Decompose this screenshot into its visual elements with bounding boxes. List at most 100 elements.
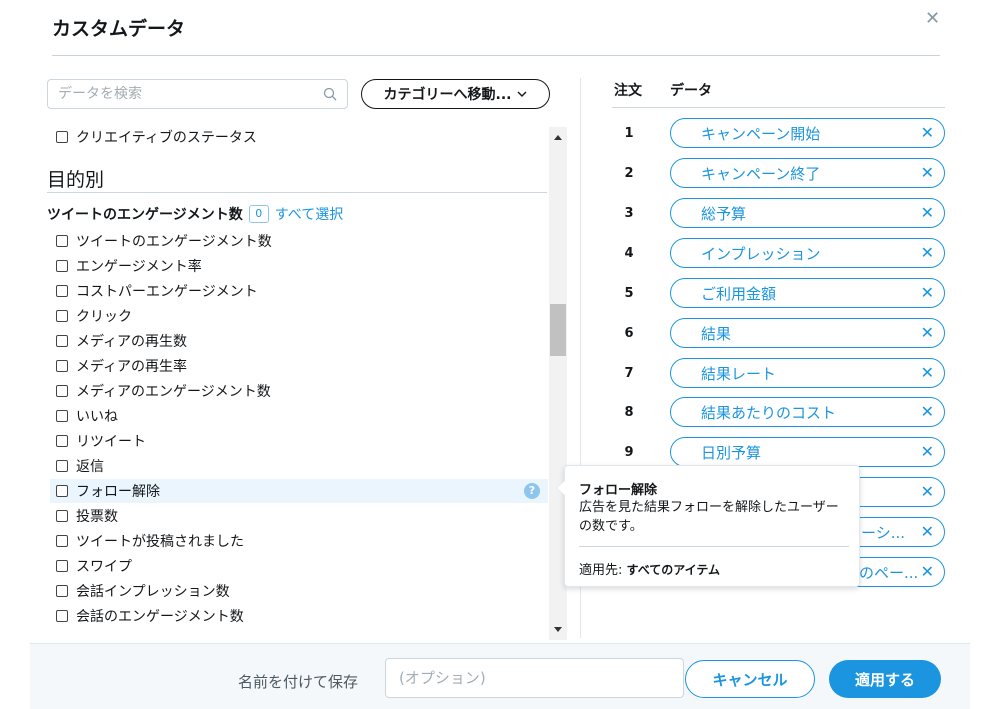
applies-to-value: すべてのアイテム	[626, 563, 721, 577]
list-item-label: ツイートが投稿されました	[76, 534, 244, 550]
list-item[interactable]: メディアの再生率	[56, 354, 187, 378]
order-number: 3	[624, 206, 634, 221]
list-item[interactable]: クリエイティブのステータス	[56, 125, 257, 149]
name-field-wrap	[385, 658, 684, 698]
remove-icon[interactable]: ✕	[921, 443, 934, 461]
order-number: 9	[624, 445, 634, 460]
list-item-label: エンゲージメント率	[76, 259, 202, 275]
checkbox[interactable]	[56, 560, 68, 572]
list-item[interactable]: 返信	[56, 454, 104, 478]
list-item[interactable]: 投票数	[56, 504, 118, 528]
name-field[interactable]	[386, 659, 666, 697]
selected-data-pill[interactable]: キャンペーン終了 ✕	[670, 158, 945, 188]
list-item-label: 会話インプレッション数	[76, 584, 230, 600]
checkbox[interactable]	[56, 460, 68, 472]
selected-data-pill[interactable]: 結果レート ✕	[670, 358, 945, 388]
category-jump-label: カテゴリーへ移動...	[383, 87, 512, 103]
pill-label: ーシ...	[861, 523, 906, 542]
checkbox[interactable]	[56, 131, 68, 143]
remove-icon[interactable]: ✕	[921, 204, 934, 222]
data-list: クリエイティブのステータス 目的別 ツイートのエンゲージメント数 0 すべて選択…	[30, 122, 568, 640]
list-item[interactable]: メディアの再生数	[56, 329, 187, 353]
order-number: 1	[624, 126, 634, 141]
checkbox[interactable]	[56, 535, 68, 547]
checkbox[interactable]	[56, 260, 68, 272]
selected-data-pill[interactable]: インプレッション ✕	[670, 238, 945, 268]
order-number: 6	[624, 326, 634, 341]
checkbox[interactable]	[56, 435, 68, 447]
list-item[interactable]: クリック	[56, 304, 132, 328]
list-item[interactable]: 会話のエンゲージメント数	[56, 604, 244, 628]
pill-label: インプレッション	[701, 244, 821, 263]
search-input[interactable]	[48, 80, 308, 108]
selected-data-pill[interactable]: ご利用金額 ✕	[670, 278, 945, 308]
checkbox[interactable]	[56, 285, 68, 297]
remove-icon[interactable]: ✕	[921, 244, 934, 262]
selected-data-pill[interactable]: 結果あたりのコスト ✕	[670, 397, 945, 427]
remove-icon[interactable]: ✕	[921, 483, 934, 501]
checkbox[interactable]	[56, 335, 68, 347]
remove-icon[interactable]: ✕	[921, 284, 934, 302]
close-icon[interactable]: ✕	[925, 10, 943, 28]
category-jump-button[interactable]: カテゴリーへ移動...	[361, 79, 550, 109]
search-icon[interactable]	[323, 87, 337, 101]
selected-data-pill[interactable]: キャンペーン開始 ✕	[670, 118, 945, 148]
order-number: 8	[624, 405, 634, 420]
selected-data-pill[interactable]: 日別予算 ✕	[670, 437, 945, 467]
order-number: 2	[624, 166, 634, 181]
list-item-label: コストパーエンゲージメント	[76, 284, 258, 300]
remove-icon[interactable]: ✕	[921, 124, 934, 142]
apply-button[interactable]: 適用する	[829, 660, 941, 698]
remove-icon[interactable]: ✕	[921, 403, 934, 421]
remove-icon[interactable]: ✕	[921, 523, 934, 541]
list-item[interactable]: スワイプ	[56, 554, 132, 578]
order-number: 7	[624, 366, 634, 381]
checkbox[interactable]	[56, 610, 68, 622]
list-item[interactable]: フォロー解除	[56, 479, 160, 503]
checkbox[interactable]	[56, 360, 68, 372]
checkbox[interactable]	[56, 385, 68, 397]
list-item-label: ツイートのエンゲージメント数	[76, 234, 272, 250]
pill-label: キャンペーン終了	[701, 164, 821, 183]
scroll-up-arrow-icon[interactable]	[554, 135, 562, 140]
checkbox[interactable]	[56, 410, 68, 422]
pill-label: 結果	[701, 324, 732, 343]
checkbox[interactable]	[56, 485, 68, 497]
list-item[interactable]: ツイートのエンゲージメント数	[56, 229, 272, 253]
selected-count-badge: 0	[248, 205, 269, 223]
help-icon[interactable]: ?	[524, 483, 540, 499]
remove-icon[interactable]: ✕	[921, 164, 934, 182]
list-item-label: クリック	[76, 309, 132, 325]
cancel-button[interactable]: キャンセル	[685, 660, 815, 698]
section-title: 目的別	[47, 169, 105, 191]
checkbox[interactable]	[56, 310, 68, 322]
remove-icon[interactable]: ✕	[921, 563, 934, 581]
checkbox[interactable]	[56, 235, 68, 247]
tooltip-title: フォロー解除	[579, 483, 658, 498]
pill-label: 日別予算	[701, 443, 762, 462]
list-item-label: スワイプ	[76, 559, 132, 575]
tooltip-divider	[579, 546, 849, 547]
select-all-link[interactable]: すべて選択	[275, 204, 343, 224]
help-tooltip: フォロー解除 広告を見た結果フォローを解除したユーザーの数です。 適用先: すべ…	[556, 465, 860, 587]
list-item[interactable]: いいね	[56, 404, 118, 428]
remove-icon[interactable]: ✕	[921, 364, 934, 382]
list-item[interactable]: エンゲージメント率	[56, 254, 202, 278]
group-title-label: ツイートのエンゲージメント数	[47, 207, 243, 223]
list-item[interactable]: メディアのエンゲージメント数	[56, 379, 271, 403]
list-item[interactable]: 会話インプレッション数	[56, 579, 230, 603]
dialog-header: カスタムデータ	[52, 12, 940, 56]
scroll-down-arrow-icon[interactable]	[554, 627, 562, 632]
selected-data-pill[interactable]: 総予算 ✕	[670, 198, 945, 228]
applies-to-label: 適用先:	[579, 563, 623, 578]
checkbox[interactable]	[56, 585, 68, 597]
checkbox[interactable]	[56, 510, 68, 522]
selected-data-pill[interactable]: 結果 ✕	[670, 318, 945, 348]
list-item[interactable]: ツイートが投稿されました	[56, 529, 244, 553]
list-item[interactable]: コストパーエンゲージメント	[56, 279, 258, 303]
remove-icon[interactable]: ✕	[921, 324, 934, 342]
order-number: 4	[624, 246, 634, 261]
scroll-thumb[interactable]	[550, 304, 566, 356]
order-column-header: 注文	[614, 83, 642, 99]
list-item[interactable]: リツイート	[56, 429, 146, 453]
